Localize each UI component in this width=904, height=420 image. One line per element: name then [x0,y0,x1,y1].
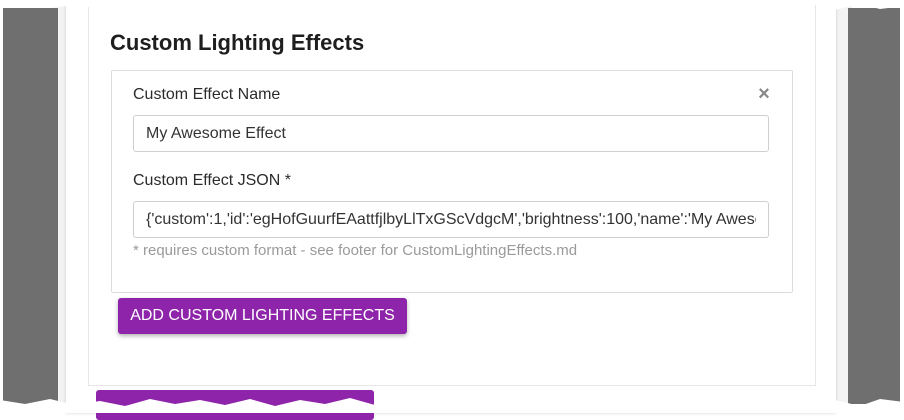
right-gutter [848,8,900,404]
torn-edge-bottom [0,398,904,413]
effect-json-input[interactable] [133,201,769,238]
left-gutter [0,8,58,404]
effect-name-label: Custom Effect Name [133,86,281,103]
effect-name-input[interactable] [133,115,769,152]
help-text: * requires custom format - see footer fo… [133,242,578,259]
add-custom-lighting-effects-button[interactable]: ADD CUSTOM LIGHTING EFFECTS [118,298,407,334]
close-icon[interactable]: × [756,84,772,104]
torn-edge-top [0,0,904,10]
effect-json-label: Custom Effect JSON * [133,172,291,189]
section-title: Custom Lighting Effects [110,30,365,55]
